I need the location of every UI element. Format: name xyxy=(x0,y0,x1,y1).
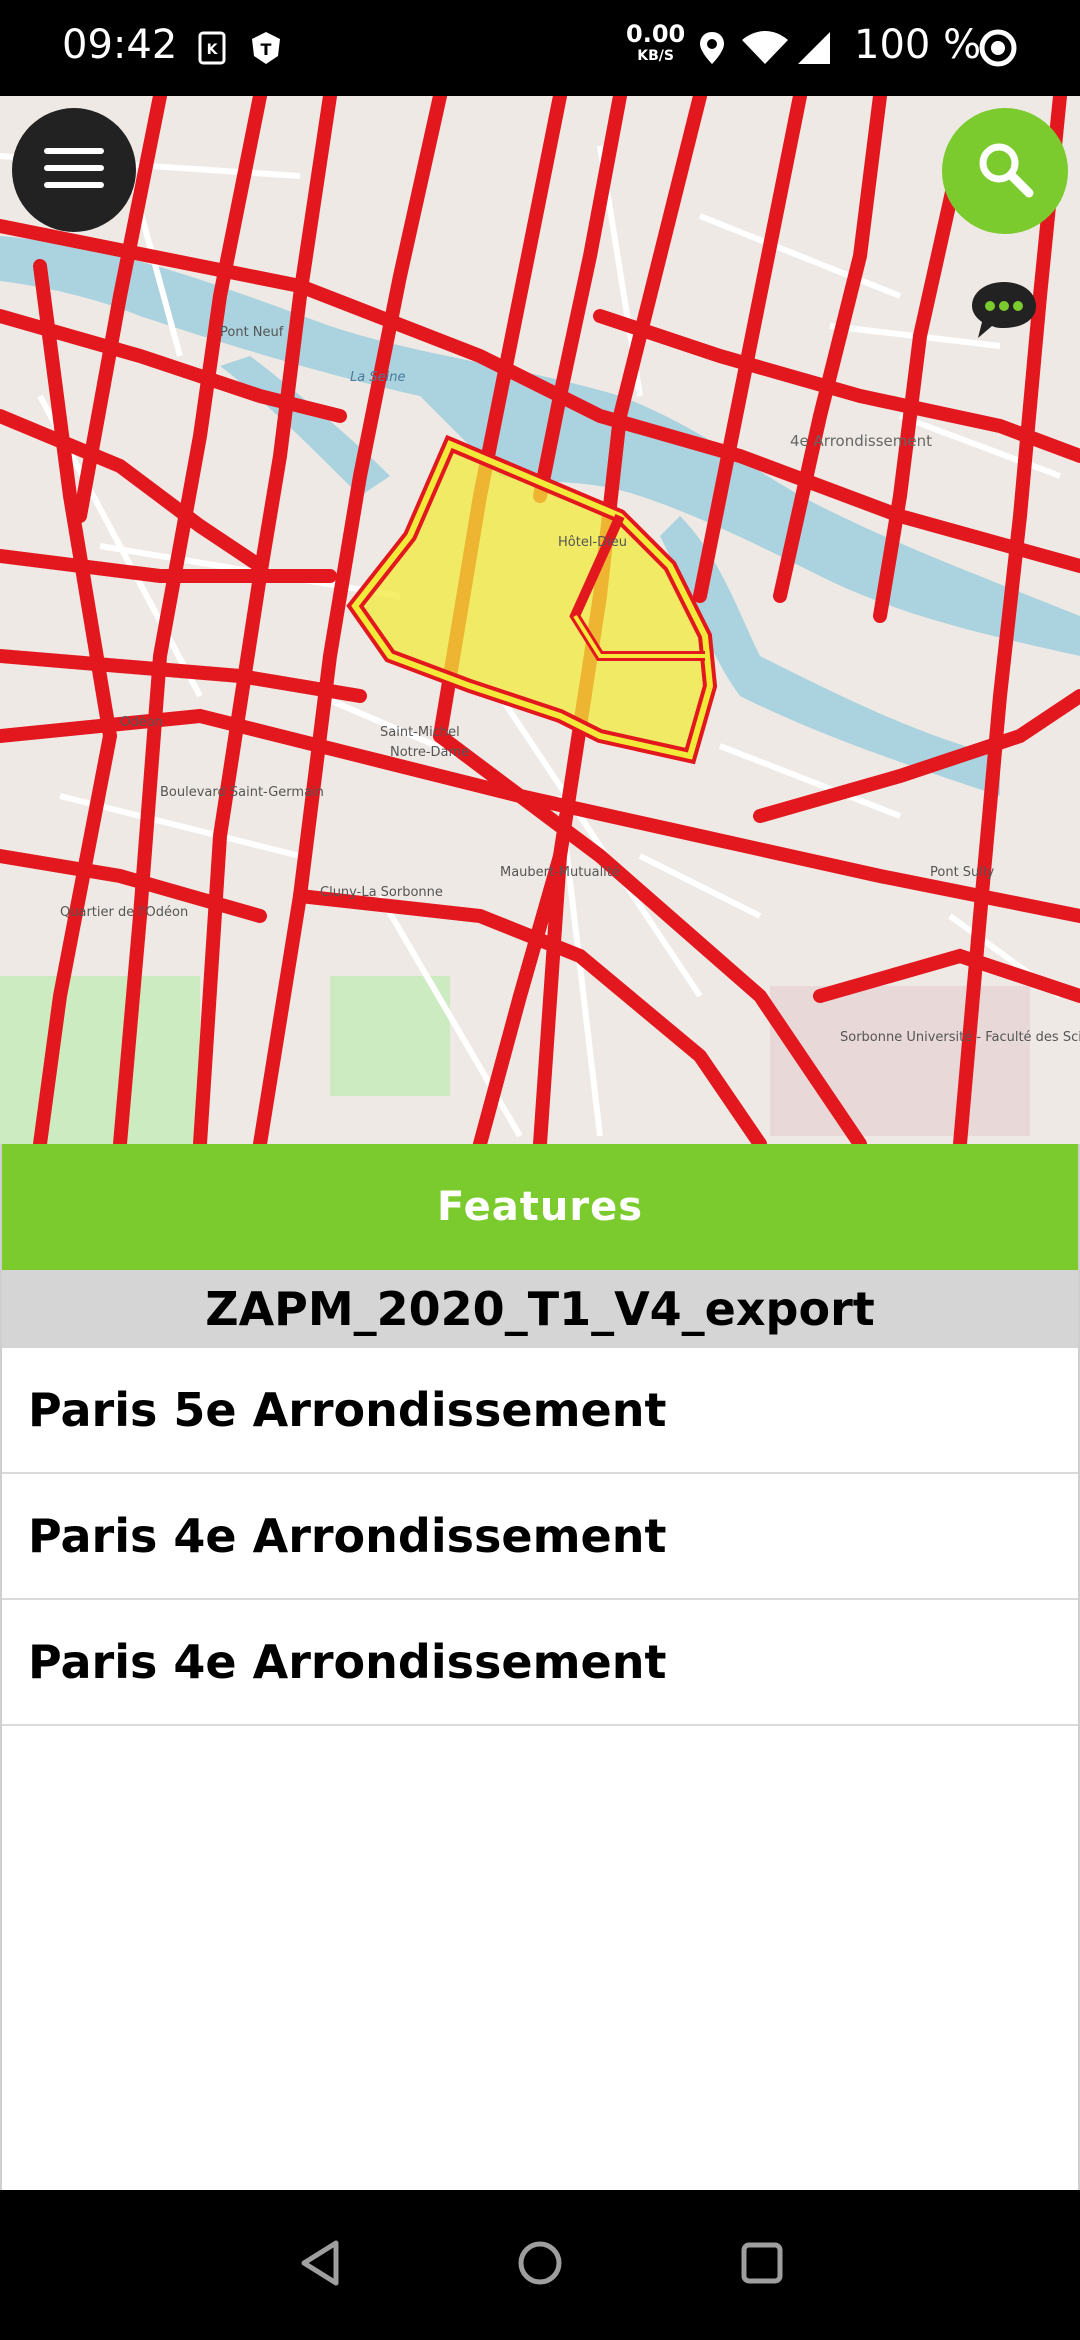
features-panel: Features ZAPM_2020_T1_V4_export Paris 5e… xyxy=(0,1144,1080,2190)
recents-icon xyxy=(740,2241,784,2289)
park-luxembourg xyxy=(0,976,200,1144)
map-label-4e: 4e Arrondissement xyxy=(790,432,932,450)
search-icon xyxy=(975,139,1035,203)
map-label-seine: La Seine xyxy=(350,370,405,385)
status-time: 09:42 xyxy=(62,22,178,68)
home-icon xyxy=(517,2240,563,2290)
back-button[interactable] xyxy=(285,2230,355,2300)
feature-row[interactable]: Paris 4e Arrondissement xyxy=(2,1474,1078,1600)
map-label-cluny: Cluny-La Sorbonne xyxy=(320,885,443,900)
map-label-pont-neuf: Pont Neuf xyxy=(220,325,284,340)
park-square xyxy=(330,976,450,1096)
map-view[interactable]: Hôtel-Dieu Saint-Michel Notre-Dame 4e Ar… xyxy=(0,96,1080,1144)
back-icon xyxy=(298,2239,342,2291)
feature-row[interactable]: Paris 4e Arrondissement xyxy=(2,1600,1078,1726)
menu-icon xyxy=(44,146,104,194)
battery-text: 100 % xyxy=(854,22,982,68)
net-speed-unit: KB/S xyxy=(637,48,674,64)
map-label-odeon: Odéon xyxy=(120,715,163,730)
feature-row[interactable]: Paris 5e Arrondissement xyxy=(2,1348,1078,1474)
svg-text:K: K xyxy=(207,42,219,58)
wifi-icon xyxy=(740,30,790,66)
home-button[interactable] xyxy=(505,2230,575,2300)
target-icon xyxy=(978,28,1018,68)
chat-button[interactable] xyxy=(968,278,1040,342)
map-label-saint-michel: Saint-Michel xyxy=(380,725,460,740)
chat-icon xyxy=(968,282,1040,346)
sim-card-icon: K xyxy=(194,30,230,66)
signal-icon xyxy=(796,30,832,66)
shield-t-icon: T xyxy=(248,30,284,66)
map-label-sorbonne: Sorbonne Université - Faculté des Scienc… xyxy=(840,1030,1080,1045)
map-label-hotel-dieu: Hôtel-Dieu xyxy=(558,535,627,550)
map-label-notre-dame: Notre-Dame xyxy=(390,745,469,760)
svg-text:T: T xyxy=(261,40,272,59)
map-label-odeon-quarter: Quartier de l'Odéon xyxy=(60,905,188,920)
recents-button[interactable] xyxy=(727,2230,797,2300)
navigation-bar xyxy=(0,2190,1080,2340)
menu-button[interactable] xyxy=(12,108,136,232)
net-speed-value: 0.00 xyxy=(626,20,686,48)
net-speed: 0.00 KB/S xyxy=(626,22,685,63)
layer-title: ZAPM_2020_T1_V4_export xyxy=(2,1270,1078,1348)
map-label-maubert: Maubert-Mutualité xyxy=(500,865,620,880)
search-button[interactable] xyxy=(942,108,1068,234)
map-label-pont-sully: Pont Sully xyxy=(930,865,995,880)
map-canvas: Hôtel-Dieu Saint-Michel Notre-Dame 4e Ar… xyxy=(0,96,1080,1144)
map-label-bd-saint-germain: Boulevard Saint-Germain xyxy=(160,785,324,800)
features-header: Features xyxy=(2,1144,1078,1270)
status-bar: 09:42 K T 0.00 KB/S 100 % xyxy=(0,0,1080,96)
location-icon xyxy=(694,30,730,66)
